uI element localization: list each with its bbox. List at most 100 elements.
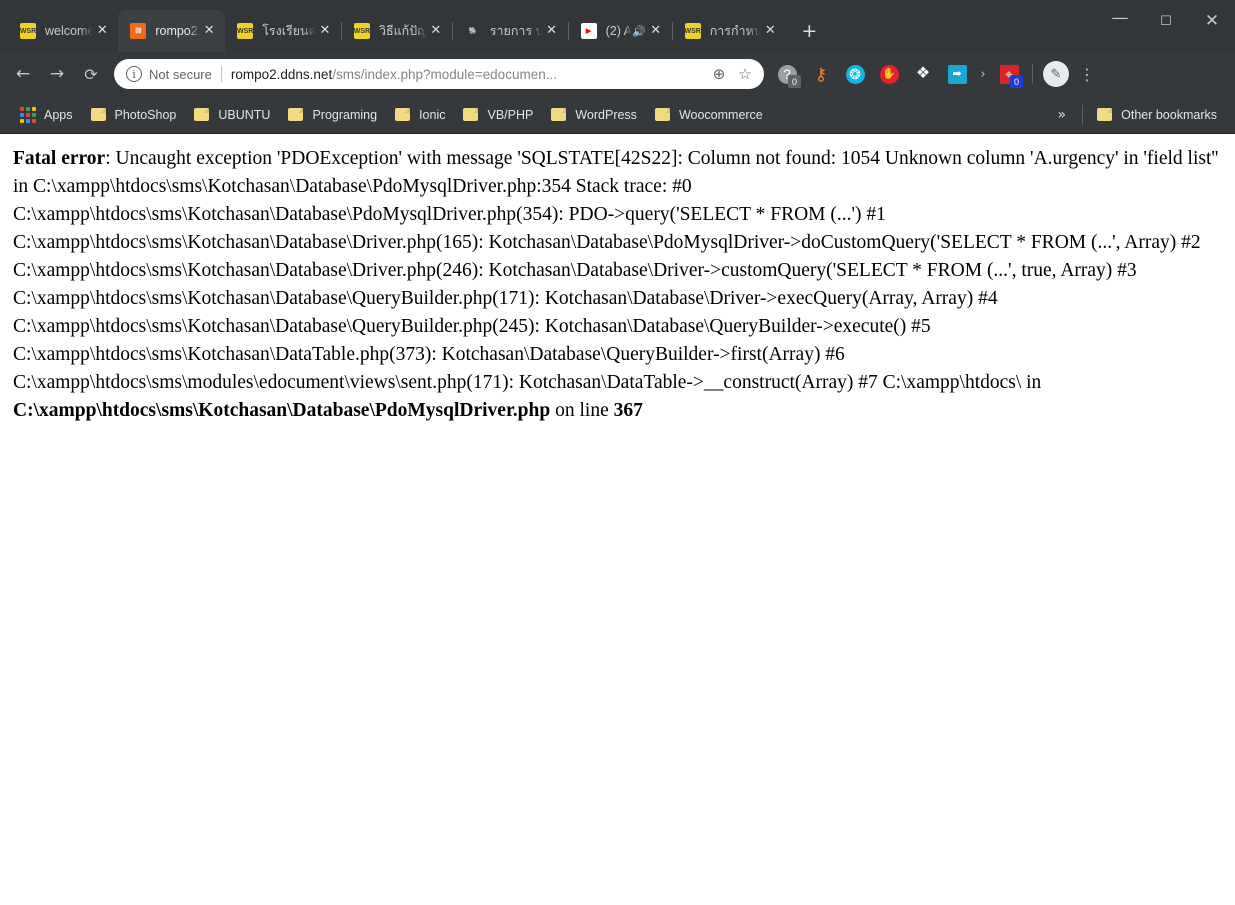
browser-tab-4[interactable]: WSR วิธีแก้ปัญ ✕: [342, 10, 452, 52]
zoom-icon[interactable]: ⊕: [706, 61, 732, 87]
error-line-number: 367: [613, 400, 643, 421]
tab-title: welcome: [45, 24, 95, 38]
wsr-icon: WSR: [353, 23, 370, 39]
error-label: Fatal error: [13, 148, 106, 169]
bookmark-apps[interactable]: Apps: [12, 102, 81, 128]
browser-tab-3[interactable]: WSR โรงเรียนค ✕: [225, 10, 341, 52]
key-icon: ⚷: [814, 64, 828, 84]
youtube-icon: ▶: [580, 23, 597, 39]
folder-icon: [654, 108, 670, 121]
error-body: : Uncaught exception 'PDOException' with…: [13, 148, 1219, 393]
bookmark-label: Ionic: [419, 107, 446, 122]
url-text: rompo2.ddns.net/sms/index.php?module=edo…: [231, 67, 706, 82]
xampp-icon: ☒: [130, 23, 147, 39]
adblock-extension-icon[interactable]: ✋: [874, 59, 904, 89]
tab-title: การกำหน: [709, 24, 763, 38]
tab-title: โรงเรียนค: [262, 24, 317, 38]
browser-toolbar: ← → ⟳ i Not secure rompo2.ddns.net/sms/i…: [0, 52, 1235, 96]
folder-icon: [1097, 108, 1113, 121]
tab-title: วิธีแก้ปัญ: [378, 24, 428, 38]
bookmark-programing[interactable]: Programing: [280, 102, 385, 128]
bookmark-photoshop[interactable]: PhotoShop: [83, 102, 185, 128]
browser-window: WSR welcome ✕ ☒ rompo2. ✕ WSR โรงเรียนค …: [0, 0, 1235, 905]
stop-hand-icon: ✋: [879, 64, 899, 84]
browser-tab-6[interactable]: ▶ (2) A 🔊 ✕: [569, 10, 672, 52]
bookmark-label: Other bookmarks: [1121, 107, 1217, 122]
back-button[interactable]: ←: [8, 59, 38, 89]
folder-icon: [90, 108, 106, 121]
bookmark-label: PhotoShop: [114, 107, 177, 122]
export-arrow-icon: ➡: [947, 64, 967, 84]
bookmark-ionic[interactable]: Ionic: [387, 102, 453, 128]
elephant-icon: 🐘: [468, 27, 478, 35]
extension-badge: 0: [1010, 75, 1023, 88]
address-bar[interactable]: i Not secure rompo2.ddns.net/sms/index.p…: [114, 59, 764, 89]
toolbar-divider: [1032, 64, 1033, 84]
bookmarks-overflow-icon[interactable]: »: [1048, 107, 1077, 123]
tabs-area: WSR welcome ✕ ☒ rompo2. ✕ WSR โรงเรียนค …: [8, 0, 824, 52]
browser-tab-7[interactable]: WSR การกำหน ✕: [673, 10, 787, 52]
apps-grid-icon: [20, 106, 36, 123]
extensions-area: ? 0 ⚷ ❂ ✋ ❖ ➡ › ⌖ 0 ✎ ⋮: [770, 59, 1101, 89]
close-icon[interactable]: ✕: [648, 23, 664, 39]
extensions-overflow-icon[interactable]: ›: [974, 67, 992, 82]
bookmarks-bar: Apps PhotoShop UBUNTU Programing Ionic V…: [0, 96, 1235, 134]
url-host: rompo2.ddns.net: [230, 66, 333, 82]
avatar[interactable]: ✎: [1043, 61, 1069, 87]
tab-title: (2) A: [605, 24, 632, 38]
share-node-extension-icon[interactable]: ❂: [840, 59, 870, 89]
extension-badge: 0: [788, 75, 801, 88]
error-on-line-label: on line: [550, 400, 614, 421]
bookmark-woocommerce[interactable]: Woocommerce: [647, 102, 771, 128]
folder-icon: [194, 108, 210, 121]
close-icon[interactable]: ✕: [94, 23, 110, 39]
new-tab-button[interactable]: +: [794, 16, 824, 46]
dropbox-icon: ❖: [915, 65, 931, 82]
export-extension-icon[interactable]: ➡: [942, 59, 972, 89]
bookmark-star-icon[interactable]: ☆: [732, 61, 758, 87]
close-icon[interactable]: ✕: [544, 23, 560, 39]
minimize-button[interactable]: —: [1097, 0, 1143, 42]
bookmark-label: VB/PHP: [487, 107, 534, 122]
close-icon[interactable]: ✕: [317, 23, 333, 39]
target-extension-icon[interactable]: ⌖ 0: [994, 59, 1024, 89]
bookmark-ubuntu[interactable]: UBUNTU: [186, 102, 278, 128]
close-icon[interactable]: ✕: [762, 23, 778, 39]
wsr-icon: WSR: [20, 23, 36, 39]
question-badge-extension-icon[interactable]: ? 0: [772, 59, 802, 89]
close-icon[interactable]: ✕: [428, 23, 444, 39]
key-extension-icon[interactable]: ⚷: [806, 59, 836, 89]
bookmarks-divider: [1082, 104, 1084, 125]
page-content: Fatal error: Uncaught exception 'PDOExce…: [0, 134, 1235, 905]
browser-tab-1[interactable]: WSR welcome ✕: [8, 10, 118, 52]
browser-tab-2-active[interactable]: ☒ rompo2. ✕: [118, 10, 226, 52]
bookmark-other-bookmarks[interactable]: Other bookmarks: [1089, 102, 1225, 128]
tab-title: รายการ บ: [489, 24, 544, 38]
bookmarks-right-group: » Other bookmarks: [1048, 102, 1227, 128]
close-icon[interactable]: ✕: [201, 23, 217, 39]
reload-button[interactable]: ⟳: [76, 59, 106, 89]
browser-tab-5[interactable]: 🐘 รายการ บ ✕: [453, 10, 568, 52]
folder-icon: [463, 108, 479, 121]
url-path: /sms/index.php?module=edocumen...: [332, 66, 557, 82]
bookmark-label: Apps: [44, 107, 73, 122]
bookmark-wordpress[interactable]: WordPress: [543, 102, 645, 128]
bookmark-vb-php[interactable]: VB/PHP: [455, 102, 541, 128]
chrome-menu-icon[interactable]: ⋮: [1073, 59, 1101, 89]
forward-button[interactable]: →: [42, 59, 72, 89]
tab-title: rompo2.: [155, 24, 202, 38]
error-file: C:\xampp\htdocs\sms\Kotchasan\Database\P…: [13, 400, 551, 421]
maximize-button[interactable]: ☐: [1143, 0, 1189, 42]
mute-icon[interactable]: 🔊: [632, 25, 646, 38]
bookmark-label: Woocommerce: [678, 107, 763, 122]
bookmark-label: WordPress: [575, 107, 637, 122]
share-icon: ❂: [845, 64, 865, 84]
wsr-icon: WSR: [684, 23, 701, 39]
php-fatal-error-message: Fatal error: Uncaught exception 'PDOExce…: [13, 145, 1225, 425]
bookmark-label: Programing: [312, 107, 378, 122]
window-close-button[interactable]: ✕: [1189, 0, 1235, 42]
folder-icon: [551, 108, 567, 121]
folder-icon: [395, 108, 411, 121]
info-icon[interactable]: i: [126, 66, 142, 82]
dropbox-extension-icon[interactable]: ❖: [908, 59, 938, 89]
